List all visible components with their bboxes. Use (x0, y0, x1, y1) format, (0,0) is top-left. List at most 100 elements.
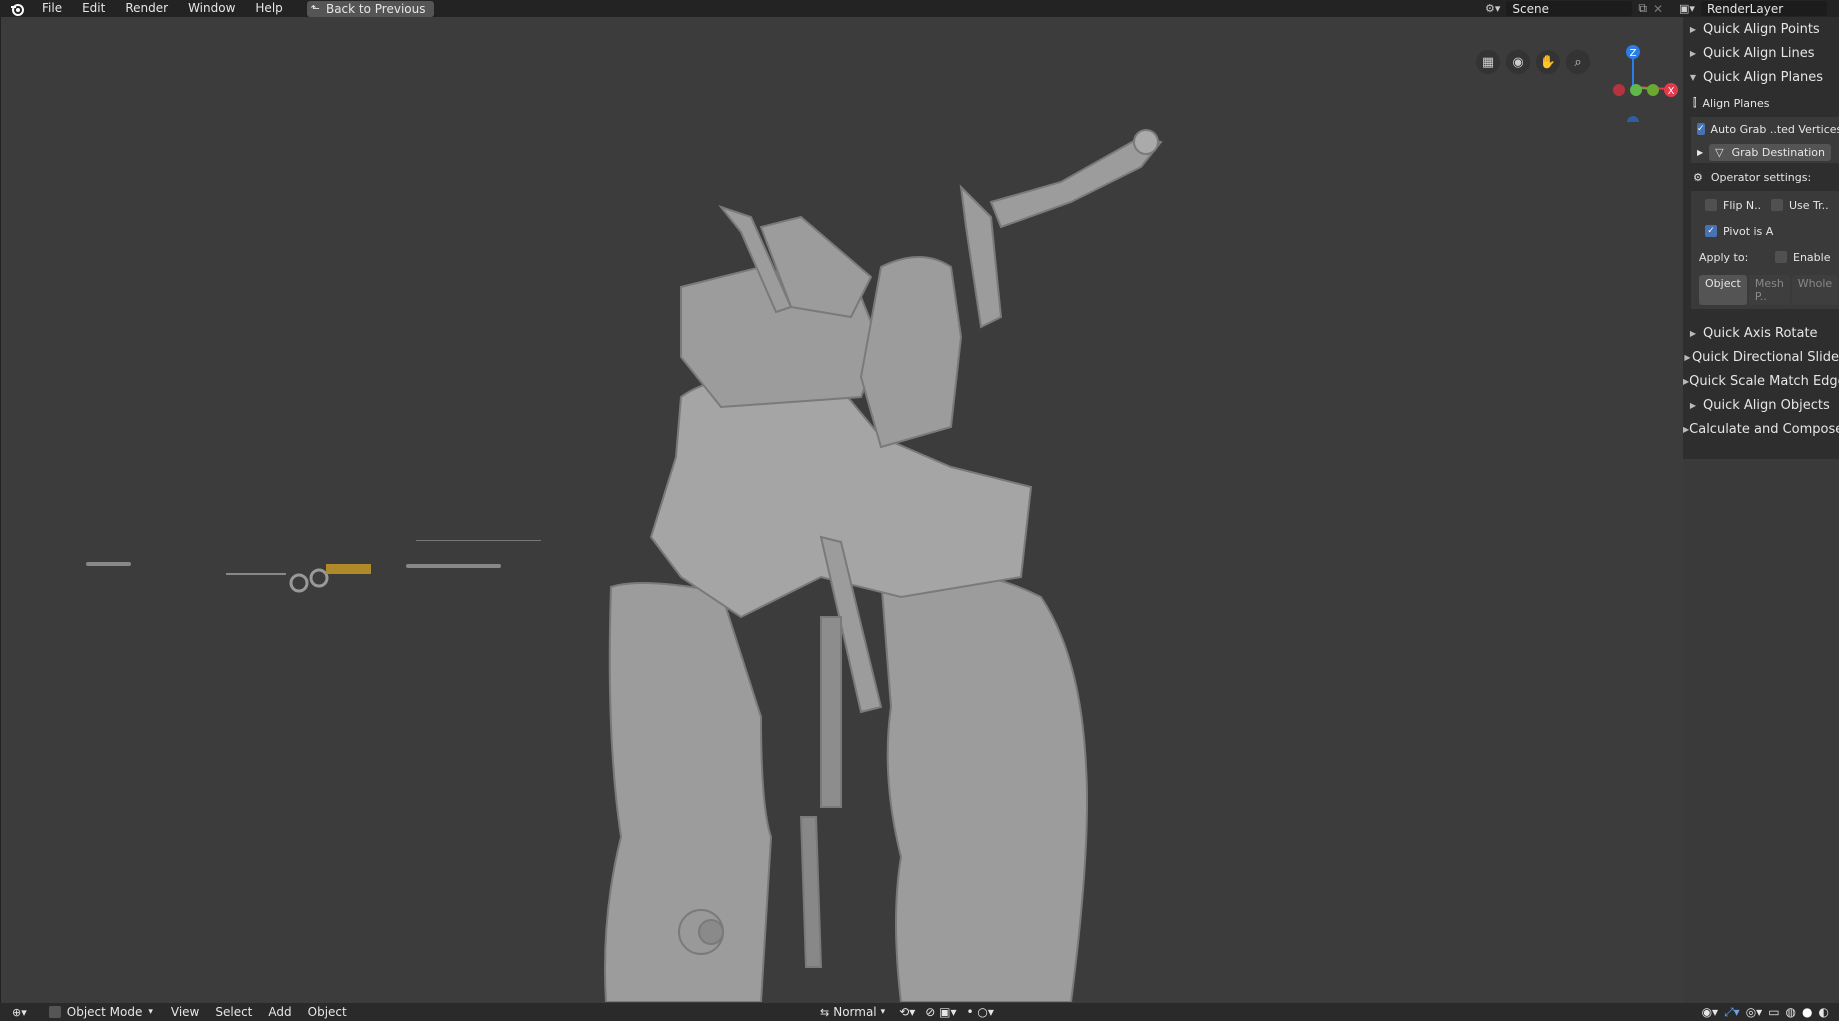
operator-settings-subpanel: Flip N.. Use Tr.. ✓ Pivot is A Apply to:… (1691, 191, 1839, 309)
object-mode-label: Object Mode (66, 1005, 143, 1019)
panel-quick-axis-rotate[interactable]: ▶ Quick Axis Rotate (1683, 321, 1839, 345)
panel-quick-align-lines[interactable]: ▶ Quick Align Lines (1683, 41, 1839, 65)
visibility-eye-icon[interactable]: ◉▾ (1702, 1005, 1719, 1019)
xray-icon[interactable]: ▭ (1768, 1005, 1779, 1019)
panel-quick-align-objects[interactable]: ▶ Quick Align Objects (1683, 393, 1839, 417)
zoom-icon[interactable]: ⌕ (1566, 50, 1590, 74)
viewport-scene (86, 129, 1163, 1002)
panel-label: Quick Directional Slide (1691, 349, 1839, 365)
panel-label: Quick Align Objects (1703, 397, 1830, 413)
align-tools-sidebar: ▶ Quick Align Points ▶ Quick Align Lines ▼… (1683, 17, 1839, 459)
robot-model (604, 129, 1163, 1002)
checkbox-checked-icon[interactable]: ✓ (1697, 123, 1705, 135)
panel-label: Quick Scale Match Edge (1689, 373, 1839, 389)
menu-render[interactable]: Render (115, 0, 178, 17)
gizmo-z-label: Z (1630, 48, 1637, 59)
apply-whole-option[interactable]: Whole (1791, 275, 1839, 305)
orientation-label: Normal (833, 1005, 877, 1019)
editor-type-icon[interactable]: ⊕▾ (12, 1006, 27, 1019)
transform-orientation-dropdown[interactable]: ⇆ Normal ▾ ⟲▾ ⊘ ▣▾ • ○▾ (820, 1003, 994, 1021)
snap-icon[interactable]: ⊘ ▣▾ (925, 1005, 956, 1019)
distant-objects (86, 540, 541, 593)
back-to-previous-label: Back to Previous (325, 1, 426, 16)
menu-help[interactable]: Help (245, 0, 292, 17)
panel-calculate-and-compose[interactable]: ▶ Calculate and Compose (1683, 417, 1839, 441)
viewport-nav-tools: ▦ ◉ ✋ ⌕ (1476, 50, 1590, 74)
scene-selector-group: ⚙▾ Scene ⧉ ✕ ▣▾ RenderLayer (1485, 0, 1827, 17)
panel-quick-directional-slide[interactable]: ▶ Quick Directional Slide (1683, 345, 1839, 369)
gear-icon: ⚙ (1693, 170, 1703, 184)
scene-field[interactable]: Scene (1506, 1, 1633, 16)
use-transform-checkbox[interactable] (1771, 199, 1783, 211)
back-icon: ⬑ (310, 2, 320, 15)
back-to-previous-button[interactable]: ⬑ Back to Previous (306, 0, 434, 17)
panel-quick-scale-match-edge[interactable]: ▶ Quick Scale Match Edge (1683, 369, 1839, 393)
pivot-is-a-label: Pivot is A (1723, 224, 1774, 238)
overlays-icon[interactable]: ◎▾ (1746, 1005, 1763, 1019)
operator-settings-row: ⚙ Operator settings: (1683, 163, 1839, 191)
copy-scene-icon[interactable]: ⧉ (1638, 1, 1647, 16)
gizmo-x-label: X (1668, 86, 1675, 97)
grab-destination-row[interactable]: ▶ ▽ Grab Destination (1691, 141, 1839, 163)
close-scene-icon[interactable]: ✕ (1653, 2, 1663, 16)
panel-label: Quick Axis Rotate (1703, 325, 1818, 341)
enable-label: Enable (1793, 250, 1831, 264)
render-layer-field[interactable]: RenderLayer (1700, 1, 1827, 16)
solid-shading-icon[interactable]: ● (1802, 1005, 1812, 1019)
flip-n-label: Flip N.. (1723, 198, 1762, 212)
scene-name: Scene (1512, 1, 1549, 16)
expand-triangle-icon: ▶ (1689, 328, 1697, 338)
expand-triangle-icon: ▶ (1689, 48, 1697, 58)
3d-viewport[interactable]: ▦ ◉ ✋ ⌕ Z X (0, 17, 1684, 1017)
apply-to-label: Apply to: (1699, 250, 1749, 264)
render-layer-name: RenderLayer (1706, 1, 1784, 16)
object-mode-dropdown[interactable]: Object Mode ▾ (48, 1005, 153, 1019)
align-planes-label: Align Planes (1702, 96, 1770, 110)
expand-triangle-icon: ▶ (1684, 352, 1691, 362)
panel-label: Calculate and Compose (1689, 421, 1839, 437)
pivot-icon[interactable]: ⟲▾ (899, 1005, 915, 1019)
panel-label: Quick Align Planes (1703, 69, 1824, 85)
expand-triangle-icon: ▶ (1689, 400, 1697, 410)
enable-checkbox[interactable] (1775, 251, 1787, 263)
apply-object-option[interactable]: Object (1699, 275, 1747, 305)
align-planes-button[interactable]: ⫿ Align Planes (1683, 89, 1839, 117)
axis-gizmo[interactable]: Z X (1591, 32, 1681, 122)
apply-to-segmented-control: Object Mesh P.. Whole (1691, 271, 1839, 309)
scene-icon[interactable]: ⚙▾ (1485, 2, 1500, 15)
menu-view[interactable]: View (163, 1005, 207, 1019)
collapse-triangle-icon: ▼ (1689, 72, 1697, 82)
render-layer-icon[interactable]: ▣▾ (1679, 2, 1695, 15)
blender-logo-icon[interactable] (10, 2, 24, 16)
panel-quick-align-planes[interactable]: ▼ Quick Align Planes (1683, 65, 1839, 89)
menu-edit[interactable]: Edit (72, 0, 115, 17)
menu-add[interactable]: Add (260, 1005, 299, 1019)
menu-file[interactable]: File (32, 0, 72, 17)
checkbox-checked-icon[interactable]: ✓ (1705, 225, 1717, 237)
grab-destination-button[interactable]: ▽ Grab Destination (1709, 143, 1832, 161)
menu-window[interactable]: Window (178, 0, 245, 17)
panel-label: Quick Align Points (1703, 21, 1820, 37)
pan-hand-icon[interactable]: ✋ (1536, 50, 1560, 74)
chevron-down-icon: ▾ (148, 1007, 153, 1017)
wireframe-shading-icon[interactable]: ◍ (1786, 1005, 1796, 1019)
viewport-header-bar: ⊕▾ Object Mode ▾ View Select Add Object … (0, 1003, 1839, 1021)
flip-normal-checkbox[interactable] (1705, 199, 1717, 211)
pivot-row[interactable]: ✓ Pivot is A (1691, 219, 1839, 243)
align-planes-icon: ⫿ (1693, 96, 1697, 109)
align-planes-subpanel: ✓ Auto Grab ..ted Vertices ▶ ▽ Grab Dest… (1691, 117, 1839, 163)
proportional-edit-icon[interactable]: • ○▾ (966, 1005, 993, 1019)
toggle-perspective-icon[interactable]: ▦ (1476, 50, 1500, 74)
menu-object[interactable]: Object (300, 1005, 355, 1019)
operator-settings-label: Operator settings: (1710, 170, 1812, 184)
menu-select[interactable]: Select (207, 1005, 260, 1019)
grab-destination-label: Grab Destination (1731, 145, 1826, 159)
triangle-vertex-icon: ▽ (1715, 145, 1724, 159)
auto-grab-checkbox-row[interactable]: ✓ Auto Grab ..ted Vertices (1691, 117, 1839, 141)
panel-quick-align-points[interactable]: ▶ Quick Align Points (1683, 17, 1839, 41)
camera-view-icon[interactable]: ◉ (1506, 50, 1530, 74)
material-shading-icon[interactable]: ◐ (1819, 1005, 1829, 1019)
panel-label: Quick Align Lines (1703, 45, 1815, 61)
apply-mesh-option[interactable]: Mesh P.. (1748, 275, 1790, 305)
gizmo-toggle-icon[interactable]: ⤢▾ (1724, 1005, 1740, 1020)
